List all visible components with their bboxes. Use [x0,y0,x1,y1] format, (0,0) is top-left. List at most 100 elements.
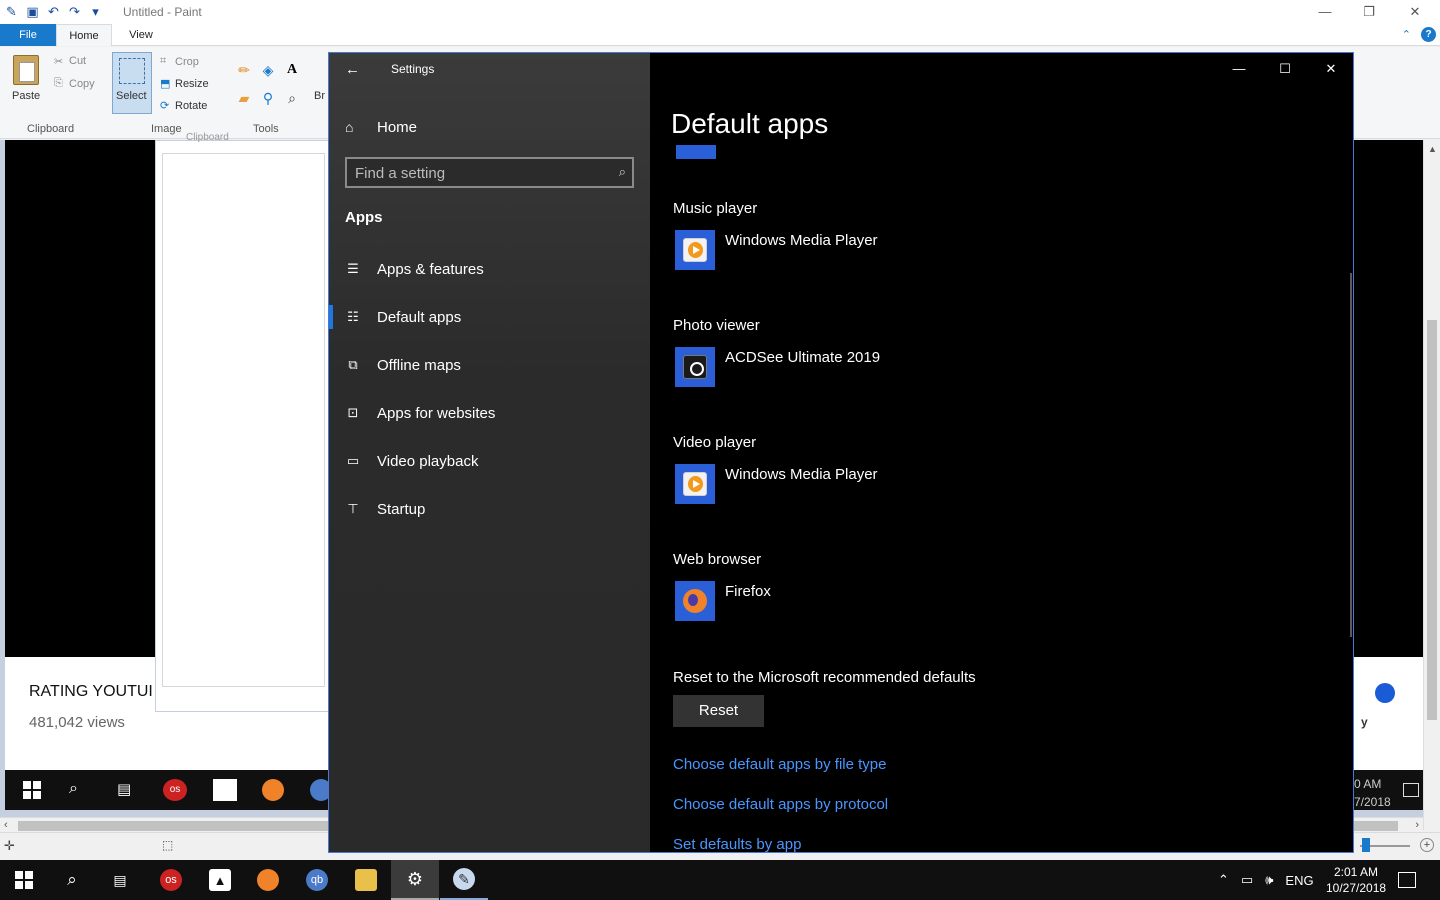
video-icon: ▭ [346,453,360,468]
collapse-ribbon-icon[interactable]: ⌃ [1402,28,1411,41]
customize-toolbar-icon[interactable]: ▾ [88,4,103,19]
volume-icon[interactable]: 🕪 [1265,872,1273,888]
partially-scrolled-app-icon [676,145,716,159]
taskbar-photos[interactable]: ▲ [196,860,244,900]
taskbar-qbittorrent[interactable]: qb [293,860,341,900]
default-app-button[interactable]: Firefox [673,579,1073,623]
sidebar-item-home[interactable]: ⌂ Home [345,115,417,139]
system-tray: ⌃ ▭ 🕪 ENG [1218,860,1314,900]
app-name: Windows Media Player [725,466,878,483]
resize-button[interactable]: Resize [175,78,209,90]
paste-icon[interactable] [13,55,39,85]
settings-window: ← Settings ⌂ Home ⌕ Apps ☰ Apps & featur… [328,52,1354,853]
start-button[interactable] [0,860,48,900]
taskbar: ⌕ ▤ os ▲ qb ⚙ ✎ ⌃ ▭ 🕪 ENG 2:01 AM 10/27/… [0,860,1440,900]
home-icon: ⌂ [345,119,354,135]
select-button[interactable]: Select [112,52,152,114]
paste-button[interactable]: Paste [12,90,40,102]
brushes-button-partial[interactable]: Br [314,90,325,102]
copy-icon: ⎘ [54,77,63,89]
link-protocol[interactable]: Choose default apps by protocol [673,796,888,813]
back-arrow-icon[interactable]: ← [345,61,360,78]
settings-window-controls: — ☐ ✕ [1216,53,1353,85]
notification-center-icon[interactable] [1398,872,1416,888]
rotate-icon: ⟳ [160,100,170,112]
redo-icon[interactable]: ↷ [67,4,82,19]
ribbon-tabs: File Home View ⌃ ? [0,24,1440,46]
app-name: Firefox [725,583,771,600]
paint-app-icon[interactable]: ✎ [4,4,19,19]
sidebar-item-default-apps[interactable]: ☷ Default apps [329,293,650,341]
sidebar-item-startup[interactable]: ⊤ Startup [329,485,650,533]
taskbar-search-button[interactable]: ⌕ [48,860,96,900]
reset-button[interactable]: Reset [673,695,764,727]
magnifier-icon[interactable]: ⌕ [284,90,300,106]
search-icon[interactable]: ⌕ [619,164,626,180]
tab-home[interactable]: Home [56,24,112,46]
scroll-right-icon[interactable]: › [1415,819,1419,831]
app-name: ACDSee Ultimate 2019 [725,349,881,366]
default-app-button[interactable]: Windows Media Player [673,228,1073,272]
save-icon[interactable]: ▣ [25,4,40,19]
video-side-text: y [1361,715,1368,729]
taskbar-settings[interactable]: ⚙ [391,860,439,900]
close-icon[interactable]: ✕ [1308,53,1353,85]
restore-icon[interactable]: ❐ [1346,2,1392,22]
task-view-button[interactable]: ▤ [96,860,144,900]
taskbar-lastpass[interactable]: os [147,860,195,900]
captured-lastpass-icon: os [163,779,187,801]
help-icon[interactable]: ? [1421,27,1436,42]
zoom-slider-knob[interactable] [1362,838,1370,852]
tab-view[interactable]: View [118,24,164,46]
sidebar-item-offline-maps[interactable]: ⧉ Offline maps [329,341,650,389]
vertical-scroll-thumb[interactable] [1427,320,1437,720]
sidebar-section-title: Apps [345,209,383,226]
paint-document[interactable]: Clipboard [155,132,330,712]
sidebar-item-video-playback[interactable]: ▭ Video playback [329,437,650,485]
network-icon[interactable]: ▭ [1241,872,1253,888]
link-defaults-by-app[interactable]: Set defaults by app [673,836,801,852]
paint-icon: ✎ [453,868,475,890]
color-picker-icon[interactable]: ⚲ [260,90,276,106]
close-icon[interactable]: ✕ [1392,2,1438,22]
task-view-icon: ▤ [113,871,127,888]
taskbar-paint[interactable]: ✎ [440,860,488,900]
default-video-player: Video player Windows Media Player [673,434,878,504]
text-icon[interactable]: A [284,62,300,78]
taskbar-firefox[interactable] [244,860,292,900]
taskbar-clock[interactable]: 2:01 AM 10/27/2018 [1326,864,1386,896]
link-file-type[interactable]: Choose default apps by file type [673,756,886,773]
category-label: Photo viewer [673,317,760,334]
tab-file[interactable]: File [0,24,56,46]
taskbar-file-explorer[interactable] [342,860,390,900]
settings-scrollbar[interactable] [1350,273,1352,637]
sidebar-item-apps-for-websites[interactable]: ⊡ Apps for websites [329,389,650,437]
pencil-icon[interactable]: ✏ [236,62,252,78]
vertical-scrollbar[interactable]: ▲ [1423,140,1440,830]
settings-search-input[interactable] [355,163,595,183]
paint-inner-canvas[interactable] [162,153,325,687]
minimize-icon[interactable]: — [1302,2,1348,22]
default-app-button[interactable]: Windows Media Player [673,462,1073,506]
zoom-in-icon[interactable]: + [1420,838,1434,852]
settings-search-box[interactable]: ⌕ [345,157,634,188]
default-app-button[interactable]: ACDSee Ultimate 2019 [673,345,1073,389]
copy-button[interactable]: Copy [69,78,95,90]
language-indicator[interactable]: ENG [1285,873,1313,888]
show-hidden-icons-icon[interactable]: ⌃ [1218,872,1229,888]
minimize-icon[interactable]: — [1216,53,1262,85]
eraser-icon[interactable]: ▰ [236,90,252,106]
crop-button[interactable]: Crop [175,56,199,68]
category-label: Music player [673,200,758,217]
sidebar-item-apps-features[interactable]: ☰ Apps & features [329,245,650,293]
cut-button[interactable]: Cut [69,55,86,67]
scroll-up-icon[interactable]: ▲ [1428,144,1437,154]
select-label: Select [116,90,147,102]
sidebar-item-label: Video playback [377,452,479,470]
maximize-icon[interactable]: ☐ [1262,53,1308,85]
undo-icon[interactable]: ↶ [46,4,61,19]
rotate-button[interactable]: Rotate [175,100,207,112]
scroll-left-icon[interactable]: ‹ [4,819,8,831]
toggle-knob[interactable] [1375,683,1395,703]
fill-icon[interactable]: ◈ [260,62,276,78]
